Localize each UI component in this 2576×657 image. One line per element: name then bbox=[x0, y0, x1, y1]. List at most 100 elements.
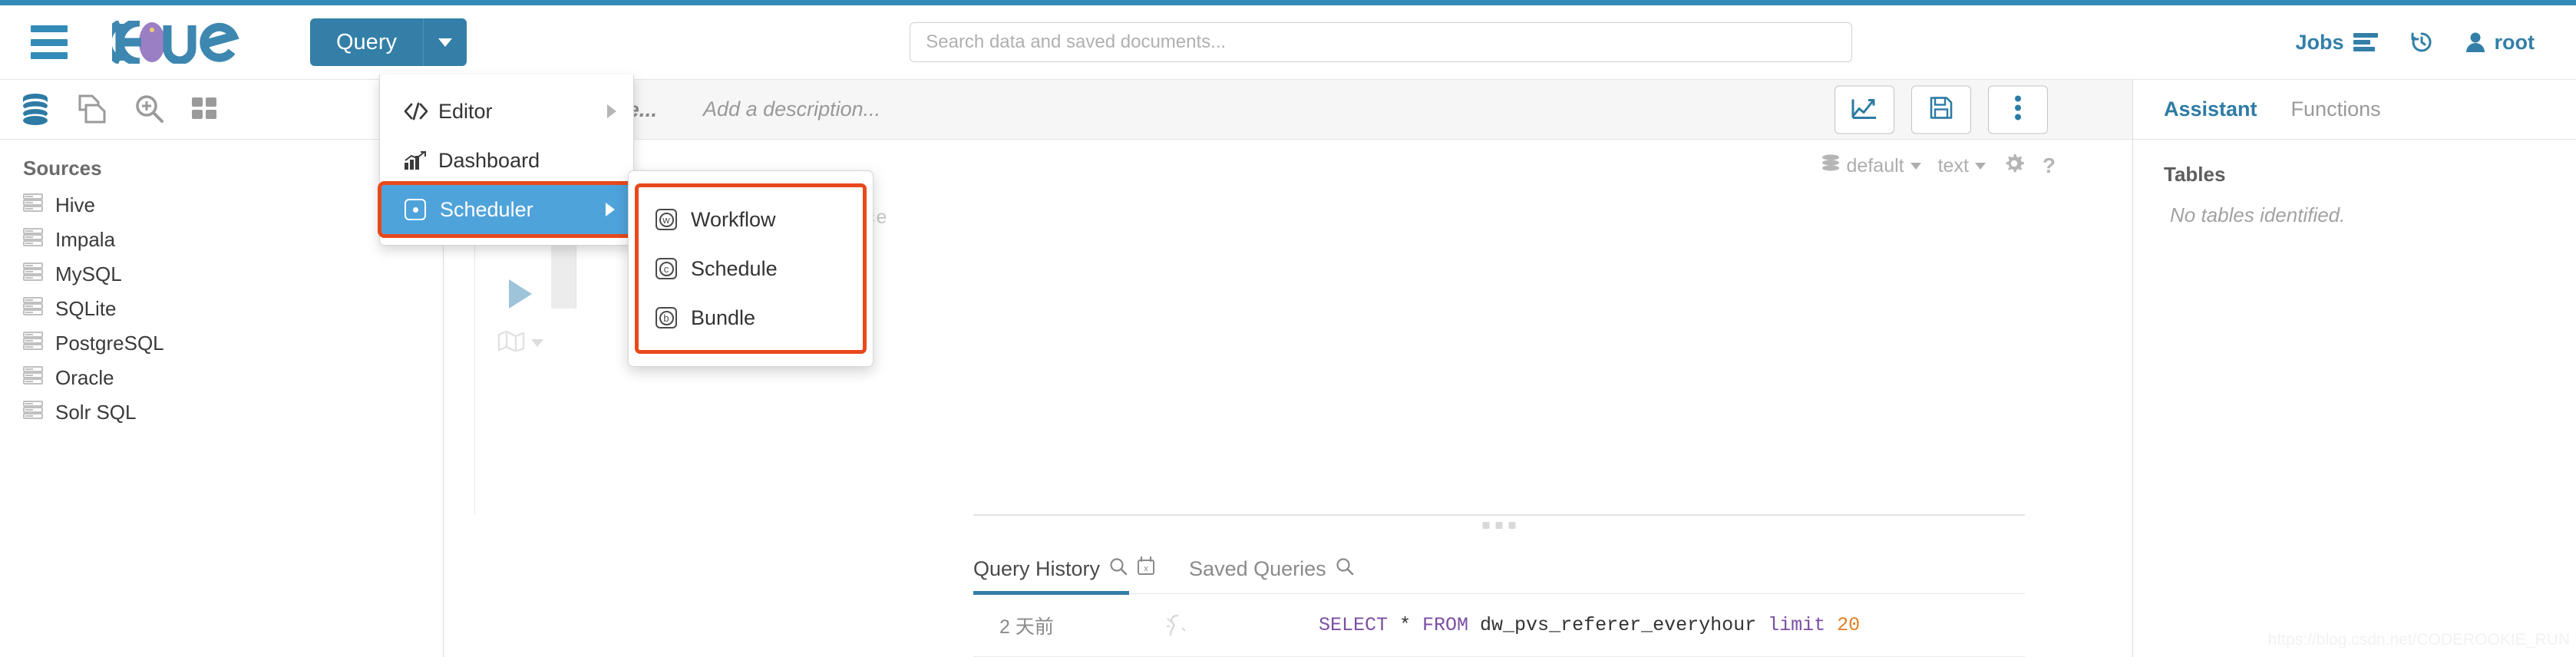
history-button[interactable] bbox=[2410, 31, 2433, 54]
source-item-postgresql[interactable]: PostgreSQL bbox=[0, 326, 443, 361]
grid-icon[interactable] bbox=[190, 94, 220, 124]
results-panel: Query History x Saved Queries 2 天前 SELEC… bbox=[444, 534, 2132, 657]
run-query-button[interactable] bbox=[509, 279, 532, 309]
sql-token: limit bbox=[1768, 614, 1826, 636]
map-icon bbox=[497, 330, 525, 355]
scheduler-submenu-highlight: w Workflow c Schedule b Bundle bbox=[635, 183, 867, 354]
settings-button[interactable] bbox=[2003, 152, 2026, 180]
source-item-solr-sql[interactable]: Solr SQL bbox=[0, 395, 443, 430]
menu-item-dashboard[interactable]: Dashboard bbox=[380, 136, 633, 185]
database-name-label: default bbox=[1846, 154, 1904, 177]
user-avatar-icon bbox=[2465, 31, 2485, 53]
hamburger-menu-icon[interactable] bbox=[31, 25, 68, 59]
assistant-section-title: Tables bbox=[2164, 163, 2226, 186]
database-selector[interactable]: default bbox=[1821, 154, 1921, 178]
assistant-empty-message: No tables identified. bbox=[2170, 203, 2346, 226]
more-options-button[interactable] bbox=[1988, 85, 2048, 134]
search-icon[interactable] bbox=[1109, 557, 1128, 581]
resizer-dots-icon bbox=[1482, 522, 1516, 529]
menu-item-label: Scheduler bbox=[440, 197, 533, 221]
database-small-icon bbox=[1821, 154, 1841, 178]
help-button[interactable]: ? bbox=[2043, 154, 2056, 178]
table-row[interactable]: 2 天前 SELECT * FROM dw_pvs_referer_everyh… bbox=[973, 594, 2025, 657]
source-item-sqlite[interactable]: SQLite bbox=[0, 292, 443, 326]
query-button[interactable]: Query bbox=[310, 18, 424, 66]
server-icon bbox=[23, 262, 43, 286]
query-meta-bar: Add a name... Add a description... bbox=[444, 80, 2132, 140]
query-plan-toggle[interactable] bbox=[497, 330, 543, 355]
source-label: MySQL bbox=[55, 262, 122, 286]
scheduler-submenu: w Workflow c Schedule b Bundle bbox=[628, 170, 874, 367]
server-icon bbox=[23, 401, 43, 424]
scheduler-icon bbox=[405, 199, 440, 220]
code-icon bbox=[403, 102, 438, 121]
tab-label: Saved Queries bbox=[1189, 557, 1326, 580]
chevron-down-icon bbox=[438, 38, 452, 47]
tab-query-history[interactable]: Query History x bbox=[973, 556, 1155, 595]
tab-functions[interactable]: Functions bbox=[2291, 97, 2381, 121]
sql-token: SELECT bbox=[1319, 614, 1389, 636]
tab-label: Query History bbox=[973, 556, 1101, 580]
database-icon[interactable] bbox=[20, 93, 51, 125]
submenu-item-workflow[interactable]: w Workflow bbox=[639, 195, 863, 244]
menu-item-editor[interactable]: Editor bbox=[380, 87, 633, 136]
app-header: Query Jobs bbox=[0, 5, 2576, 80]
results-tabs: Query History x Saved Queries bbox=[973, 534, 2025, 595]
documents-icon[interactable] bbox=[77, 93, 107, 125]
server-icon bbox=[23, 366, 43, 390]
left-sidebar: Sources Hive Impala MySQL SQLite Postgre… bbox=[0, 80, 444, 657]
history-status-icon bbox=[1165, 614, 1319, 637]
jobs-button[interactable]: Jobs bbox=[2295, 30, 2378, 54]
result-format-selector[interactable]: text bbox=[1938, 155, 1986, 177]
submenu-item-bundle[interactable]: b Bundle bbox=[639, 293, 863, 342]
assistant-panel: Assistant Functions Tables No tables ide… bbox=[2132, 80, 2576, 657]
hue-logo[interactable] bbox=[112, 19, 266, 65]
editor-action-buttons bbox=[1835, 85, 2048, 134]
query-dropdown-toggle[interactable] bbox=[424, 18, 467, 66]
result-format-label: text bbox=[1937, 154, 1969, 177]
chevron-down-icon bbox=[1974, 162, 1986, 170]
chart-button[interactable] bbox=[1835, 85, 1894, 134]
source-label: Oracle bbox=[55, 366, 114, 389]
source-item-oracle[interactable]: Oracle bbox=[0, 361, 443, 395]
source-label: Impala bbox=[55, 228, 116, 251]
server-icon bbox=[23, 297, 43, 321]
source-item-hive[interactable]: Hive bbox=[0, 188, 443, 223]
chevron-right-icon bbox=[607, 104, 616, 118]
menu-item-scheduler[interactable]: Scheduler bbox=[378, 181, 636, 238]
sql-token: dw_pvs_referer_everyhour bbox=[1468, 614, 1769, 636]
watermark-text: https://blog.csdn.net/CODEROOKIE_RUN bbox=[2267, 631, 2570, 649]
user-menu[interactable]: root bbox=[2465, 31, 2535, 54]
source-item-impala[interactable]: Impala bbox=[0, 223, 443, 257]
bundle-icon: b bbox=[656, 307, 691, 328]
search-plus-icon[interactable] bbox=[134, 93, 164, 125]
submenu-item-label: Schedule bbox=[691, 256, 778, 280]
chevron-down-icon bbox=[1910, 162, 1921, 170]
source-item-mysql[interactable]: MySQL bbox=[0, 257, 443, 292]
jobs-label: Jobs bbox=[2295, 30, 2344, 54]
tab-saved-queries[interactable]: Saved Queries bbox=[1189, 557, 1354, 593]
search-icon[interactable] bbox=[1336, 557, 1354, 581]
search-input[interactable] bbox=[926, 31, 1837, 53]
query-description-input[interactable]: Add a description... bbox=[703, 97, 880, 121]
source-label: PostgreSQL bbox=[55, 332, 164, 355]
panel-resizer[interactable] bbox=[973, 514, 2025, 534]
assistant-tabs: Assistant Functions bbox=[2133, 80, 2576, 140]
server-icon bbox=[23, 332, 43, 355]
history-time: 2 天前 bbox=[999, 616, 1054, 638]
save-icon bbox=[1930, 96, 1953, 123]
menu-item-label: Dashboard bbox=[438, 148, 540, 172]
global-search-box[interactable] bbox=[910, 22, 1853, 62]
header-actions: Jobs root bbox=[2295, 31, 2535, 54]
query-button-group[interactable]: Query bbox=[310, 18, 467, 66]
user-name-label: root bbox=[2494, 30, 2535, 54]
tab-assistant[interactable]: Assistant bbox=[2164, 97, 2257, 121]
submenu-item-schedule[interactable]: c Schedule bbox=[639, 244, 863, 293]
gear-icon bbox=[2003, 152, 2026, 180]
history-clock-icon bbox=[2410, 31, 2433, 54]
chevron-down-icon bbox=[531, 338, 543, 347]
calendar-clear-icon[interactable]: x bbox=[1137, 556, 1155, 581]
sql-token: 20 bbox=[1825, 614, 1861, 636]
save-button[interactable] bbox=[1911, 85, 1971, 134]
sources-heading: Sources bbox=[23, 157, 102, 180]
